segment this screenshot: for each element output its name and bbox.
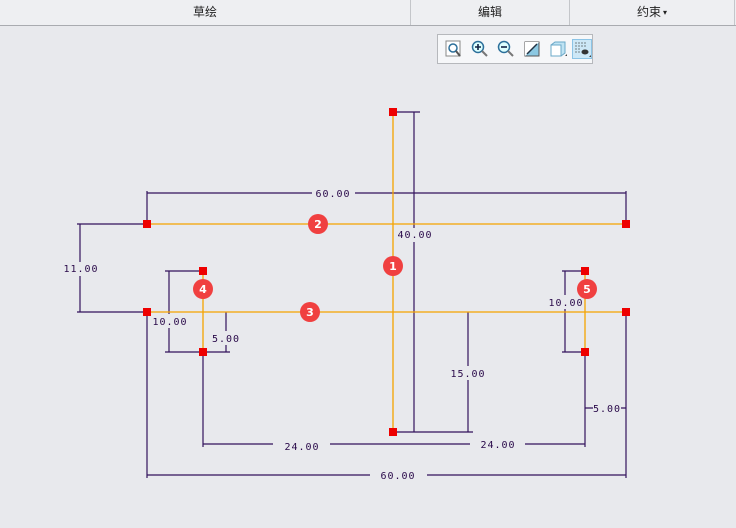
sketch-canvas[interactable]: 60.00 11.00 40.00 10.00 5.00 15.00 10.00… [0,26,736,528]
badge-1[interactable]: 1 [383,256,403,276]
badge-5[interactable]: 5 [577,279,597,299]
dim-left-span[interactable]: 24.00 [284,442,319,453]
badge-2-label: 2 [314,218,322,231]
dim-right-short[interactable]: 10.00 [548,298,583,309]
ribbon-tabs: 草绘 编辑 约束 ▾ [0,0,736,26]
badge-5-label: 5 [583,283,591,296]
point[interactable] [622,308,630,316]
tab-edit[interactable]: 编辑 [411,0,570,25]
point[interactable] [581,267,589,275]
dim-right-offset[interactable]: 5.00 [593,404,621,415]
dimension-lines [77,111,627,478]
point[interactable] [622,220,630,228]
tab-edit-label: 编辑 [477,5,502,19]
point[interactable] [143,308,151,316]
dim-center-height[interactable]: 40.00 [397,230,432,241]
dim-left-short[interactable]: 10.00 [152,317,187,328]
dim-center-offset[interactable]: 15.00 [450,369,485,380]
point[interactable] [199,267,207,275]
point[interactable] [581,348,589,356]
point[interactable] [143,220,151,228]
badge-3[interactable]: 3 [300,302,320,322]
badge-2[interactable]: 2 [308,214,328,234]
tab-sketch-label: 草绘 [192,5,217,19]
badge-4-label: 4 [199,283,207,296]
dim-left-gap[interactable]: 11.00 [63,264,98,275]
tab-constrain[interactable]: 约束 ▾ [570,0,735,25]
point[interactable] [199,348,207,356]
badge-1-label: 1 [389,260,397,273]
badge-4[interactable]: 4 [193,279,213,299]
dim-bottom-width[interactable]: 60.00 [380,471,415,482]
dim-left-offset[interactable]: 5.00 [212,334,240,345]
chevron-down-icon: ▾ [663,8,668,17]
entity-badges: 1 2 3 4 5 [193,214,597,322]
tab-sketch[interactable]: 草绘 [0,0,411,25]
point[interactable] [389,428,397,436]
badge-3-label: 3 [306,306,314,319]
point[interactable] [389,108,397,116]
dim-right-span[interactable]: 24.00 [480,440,515,451]
tab-constrain-label: 约束 [636,5,661,19]
dim-top-width[interactable]: 60.00 [315,189,350,200]
